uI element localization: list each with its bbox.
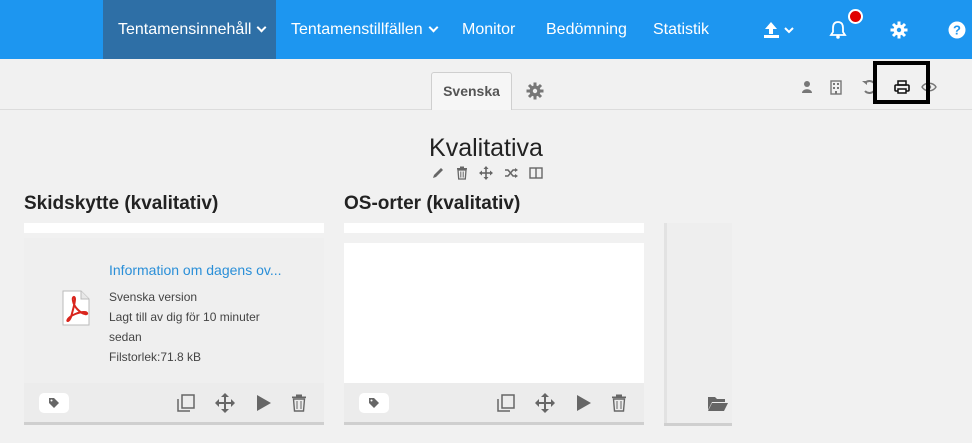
trash-icon[interactable] <box>456 166 468 180</box>
move-icon[interactable] <box>479 166 493 180</box>
copy-icon[interactable] <box>496 393 516 413</box>
document-size: Filstorlek:71.8 kB <box>109 350 202 364</box>
card-footer <box>344 383 644 425</box>
building-icon <box>830 79 842 95</box>
move-icon[interactable] <box>535 392 555 413</box>
nav-item-statistik[interactable]: Statistik <box>639 0 721 59</box>
folder-open-icon <box>708 397 728 411</box>
nav-label: Monitor <box>462 21 516 38</box>
nav-item-monitor[interactable]: Monitor <box>448 0 532 59</box>
notifications-button[interactable] <box>826 0 850 59</box>
nav-label: Bedömning <box>546 21 627 38</box>
upload-menu-button[interactable] <box>757 0 801 59</box>
copy-icon[interactable] <box>176 393 196 413</box>
play-icon[interactable] <box>574 394 592 412</box>
play-icon[interactable] <box>254 394 272 412</box>
settings-button[interactable] <box>887 0 911 59</box>
tag-button[interactable] <box>359 393 389 413</box>
trash-icon[interactable] <box>611 394 627 412</box>
nav-label: Tentamensinnehåll <box>118 21 252 38</box>
nav-label: Tentamenstillfällen <box>291 21 423 38</box>
section-title: Kvalitativa <box>429 134 543 162</box>
nav-label: Statistik <box>653 21 710 38</box>
tag-icon <box>49 398 59 408</box>
gear-icon <box>526 82 544 100</box>
notification-badge <box>848 9 863 24</box>
folder-button[interactable] <box>706 393 730 413</box>
card-actions <box>496 383 627 422</box>
card-actions <box>176 383 307 422</box>
edit-icon[interactable] <box>431 166 445 180</box>
card-footer-edge <box>664 423 732 426</box>
document-title-link[interactable]: Information om dagens ov... <box>109 262 282 278</box>
columns-icon[interactable] <box>529 166 543 180</box>
nav-item-bedomning[interactable]: Bedömning <box>532 0 638 59</box>
help-button[interactable]: ? <box>946 0 968 59</box>
gear-icon <box>890 21 908 38</box>
pdf-file-icon <box>59 290 93 331</box>
card-footer <box>24 383 324 425</box>
empty-card <box>344 243 644 383</box>
trash-icon[interactable] <box>291 394 307 412</box>
shuffle-icon[interactable] <box>504 166 518 180</box>
user-icon <box>802 81 812 93</box>
document-added: Lagt till av dig för 10 minuter <box>109 310 260 324</box>
document-version: Svenska version <box>109 290 198 304</box>
chevron-down-icon <box>428 22 439 33</box>
tab-language-svenska[interactable]: Svenska <box>431 72 512 110</box>
annotation-highlight-box <box>873 61 930 104</box>
column-title: OS-orter (kvalitativ) <box>344 193 521 214</box>
language-settings-button[interactable] <box>525 81 545 101</box>
nav-item-tentamenstillfallen[interactable]: Tentamenstillfällen <box>276 0 439 59</box>
bell-icon <box>829 20 847 39</box>
building-view-button[interactable] <box>828 78 844 96</box>
nav-item-tentamensinnehall[interactable]: Tentamensinnehåll <box>103 0 276 59</box>
chevron-down-icon <box>256 22 267 33</box>
svg-text:?: ? <box>953 22 961 37</box>
user-view-button[interactable] <box>799 78 815 96</box>
help-icon: ? <box>948 21 966 38</box>
move-icon[interactable] <box>215 392 235 413</box>
column-title: Skidskytte (kvalitativ) <box>24 193 219 214</box>
card-header-strip <box>24 223 324 233</box>
document-added-cont: sedan <box>109 330 142 344</box>
upload-icon <box>764 21 794 38</box>
tag-button[interactable] <box>39 393 69 413</box>
section-actions <box>431 166 543 180</box>
card-header-strip <box>344 223 644 233</box>
tag-icon <box>369 398 379 408</box>
